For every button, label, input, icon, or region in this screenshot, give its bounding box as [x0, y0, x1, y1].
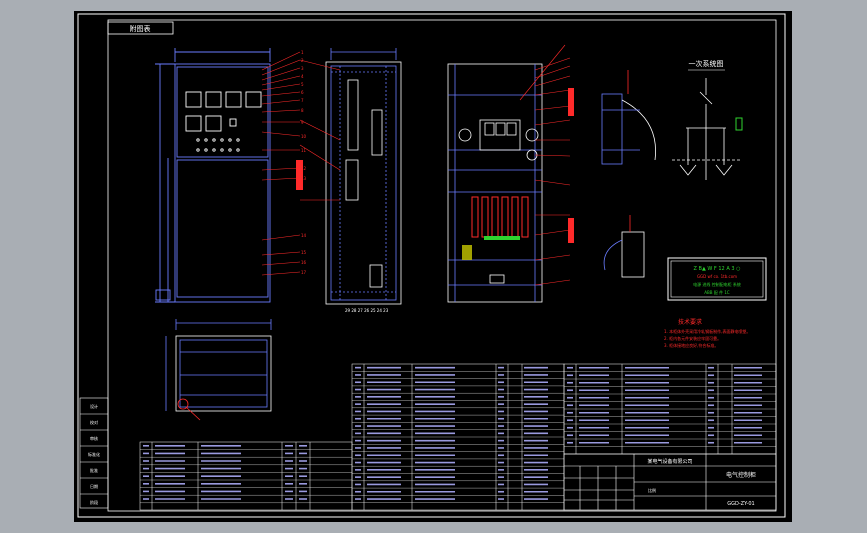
svg-text:14: 14: [301, 233, 307, 238]
title-block-drawing-name: 电气控制柜: [726, 471, 756, 479]
title-block-scale-label: 比例: [648, 487, 656, 493]
nameplate-line-3: 电源 进线 控制配电柜 系统: [693, 281, 741, 287]
svg-text:日期: 日期: [90, 483, 98, 489]
title-block-company: 某电气设备有限公司: [647, 458, 692, 465]
svg-text:设计: 设计: [90, 403, 98, 409]
svg-text:10: 10: [301, 134, 307, 139]
cad-drawing-canvas: 附图表 13 456 789 101112 131415 1617 29 28 …: [74, 11, 792, 522]
notes-item-2: 2. 柜内各元件安装应牢固可靠。: [664, 335, 721, 341]
svg-text:批准: 批准: [90, 467, 98, 473]
svg-text:标准化: 标准化: [88, 451, 100, 457]
side-view-bottom-note: 29 28 27 26 25 24 23: [345, 308, 389, 313]
notes-title: 技术要求: [678, 318, 702, 326]
svg-text:17: 17: [301, 270, 307, 275]
svg-text:16: 16: [301, 260, 307, 265]
stamp-label: 附图表: [130, 24, 151, 33]
svg-text:审核: 审核: [90, 435, 98, 441]
svg-text:阶段: 阶段: [90, 499, 98, 505]
nameplate-line-1: Z B▲ W F 12 A 3 ○: [694, 266, 741, 272]
notes-item-3: 3. 柜体接地应良好,符合标准。: [664, 342, 718, 348]
svg-text:校对: 校对: [90, 419, 98, 425]
notes-item-1: 1. 本柜体外壳采用冷轧钢板制作,表面静电喷塑。: [664, 328, 750, 334]
nameplate-line-2: GGD wf co. 1tb.com: [697, 274, 737, 279]
nameplate-line-4: ABB 配 件 1C: [704, 289, 730, 295]
front-view-red-label-stack: [296, 160, 303, 190]
title-block-drawing-no: GGD-ZY-01: [727, 501, 754, 507]
single-line-title: 一次系统图: [689, 59, 724, 68]
svg-text:15: 15: [301, 250, 307, 255]
